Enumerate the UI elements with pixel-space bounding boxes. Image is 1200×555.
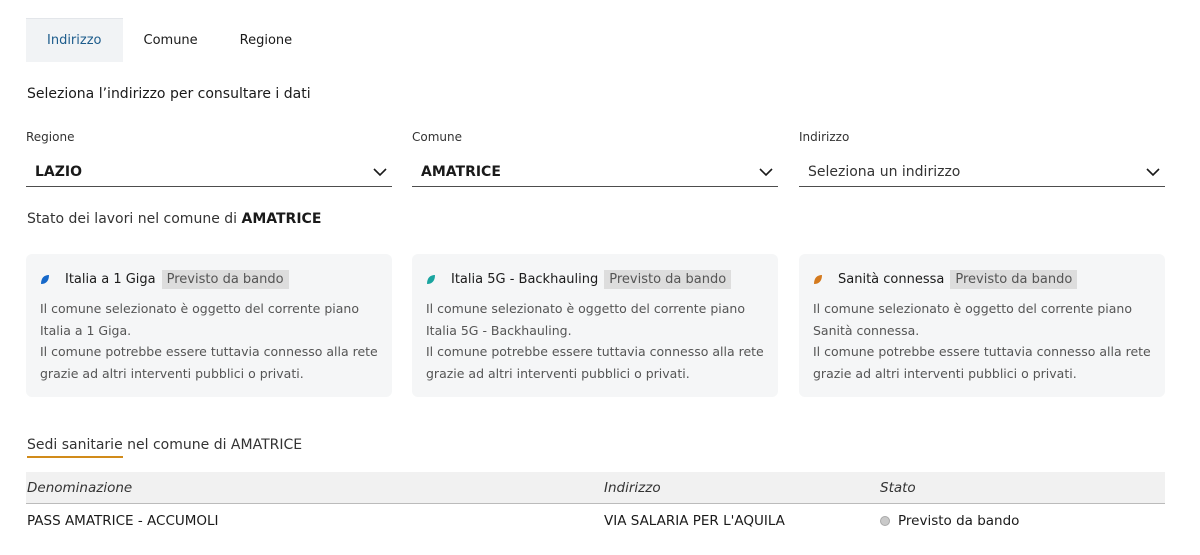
indirizzo-select[interactable]: Seleziona un indirizzo: [799, 158, 1165, 187]
column-header-denominazione: Denominazione: [27, 479, 133, 496]
status-dot-icon: [880, 515, 890, 526]
card-title: Italia 5G - Backhauling: [451, 271, 599, 287]
card-italia-5g-backhauling: Italia 5G - Backhauling Previsto da band…: [412, 254, 778, 397]
card-header: Italia a 1 Giga Previsto da bando: [40, 268, 378, 290]
status-comune: AMATRICE: [241, 211, 322, 227]
comune-label: Comune: [412, 130, 463, 144]
chevron-down-icon: [373, 168, 387, 177]
sedi-table: Denominazione Indirizzo Stato PASS AMATR…: [26, 472, 1165, 537]
cell-stato: Previsto da bando: [880, 513, 1165, 529]
card-description-line1: Il comune selezionato è oggetto del corr…: [40, 301, 359, 338]
indirizzo-value: Seleziona un indirizzo: [808, 164, 961, 180]
card-description-line1: Il comune selezionato è oggetto del corr…: [426, 301, 745, 338]
stato-text: Previsto da bando: [898, 512, 1020, 529]
regione-select[interactable]: LAZIO: [26, 158, 392, 187]
card-description: Il comune selezionato è oggetto del corr…: [813, 298, 1151, 384]
column-header-stato: Stato: [880, 479, 916, 496]
cell-indirizzo: VIA SALARIA PER L'AQUILA: [604, 512, 785, 529]
indirizzo-label: Indirizzo: [799, 130, 850, 144]
regione-field: Regione LAZIO: [26, 130, 392, 187]
tab-comune[interactable]: Comune: [123, 18, 219, 62]
tab-indirizzo[interactable]: Indirizzo: [26, 18, 123, 62]
status-badge: Previsto da bando: [950, 269, 1078, 289]
card-header: Italia 5G - Backhauling Previsto da band…: [426, 268, 764, 290]
indirizzo-field: Indirizzo Seleziona un indirizzo: [799, 130, 1165, 187]
card-description-line1: Il comune selezionato è oggetto del corr…: [813, 301, 1132, 338]
column-header-indirizzo: Indirizzo: [604, 479, 661, 496]
card-description-line2: Il comune potrebbe essere tuttavia conne…: [40, 344, 378, 381]
card-description: Il comune selezionato è oggetto del corr…: [40, 298, 378, 384]
tab-regione[interactable]: Regione: [219, 18, 314, 62]
status-title: Stato dei lavori nel comune di AMATRICE: [27, 211, 321, 227]
card-description-line2: Il comune potrebbe essere tuttavia conne…: [813, 344, 1151, 381]
sedi-sanitarie-link[interactable]: Sedi sanitarie: [27, 437, 123, 458]
sedi-title-rest: nel comune di AMATRICE: [122, 437, 303, 453]
regione-value: LAZIO: [35, 164, 83, 180]
cell-denominazione: PASS AMATRICE - ACCUMOLI: [27, 512, 219, 529]
card-title: Italia a 1 Giga: [65, 271, 156, 287]
leaf-icon: [814, 274, 822, 284]
leaf-icon: [41, 274, 49, 284]
card-description-line2: Il comune potrebbe essere tuttavia conne…: [426, 344, 764, 381]
card-description: Il comune selezionato è oggetto del corr…: [426, 298, 764, 384]
card-italia-1-giga: Italia a 1 Giga Previsto da bando Il com…: [26, 254, 392, 397]
leaf-icon: [427, 274, 435, 284]
sedi-title: Sedi sanitarie nel comune di AMATRICE: [27, 437, 303, 458]
intro-text: Seleziona l’indirizzo per consultare i d…: [27, 86, 311, 102]
status-badge: Previsto da bando: [604, 269, 732, 289]
status-prefix: Stato dei lavori nel comune di: [27, 211, 242, 227]
card-sanita-connessa: Sanità connessa Previsto da bando Il com…: [799, 254, 1165, 397]
status-badge: Previsto da bando: [161, 269, 289, 289]
table-header: Denominazione Indirizzo Stato: [26, 472, 1165, 504]
comune-select[interactable]: AMATRICE: [412, 158, 778, 187]
card-title: Sanità connessa: [838, 271, 945, 287]
card-header: Sanità connessa Previsto da bando: [813, 268, 1151, 290]
tab-bar: Indirizzo Comune Regione: [26, 18, 313, 62]
chevron-down-icon: [1146, 168, 1160, 177]
regione-label: Regione: [26, 130, 75, 144]
comune-field: Comune AMATRICE: [412, 130, 778, 187]
table-row: PASS AMATRICE - ACCUMOLI VIA SALARIA PER…: [26, 504, 1165, 537]
comune-value: AMATRICE: [421, 164, 501, 180]
chevron-down-icon: [759, 168, 773, 177]
